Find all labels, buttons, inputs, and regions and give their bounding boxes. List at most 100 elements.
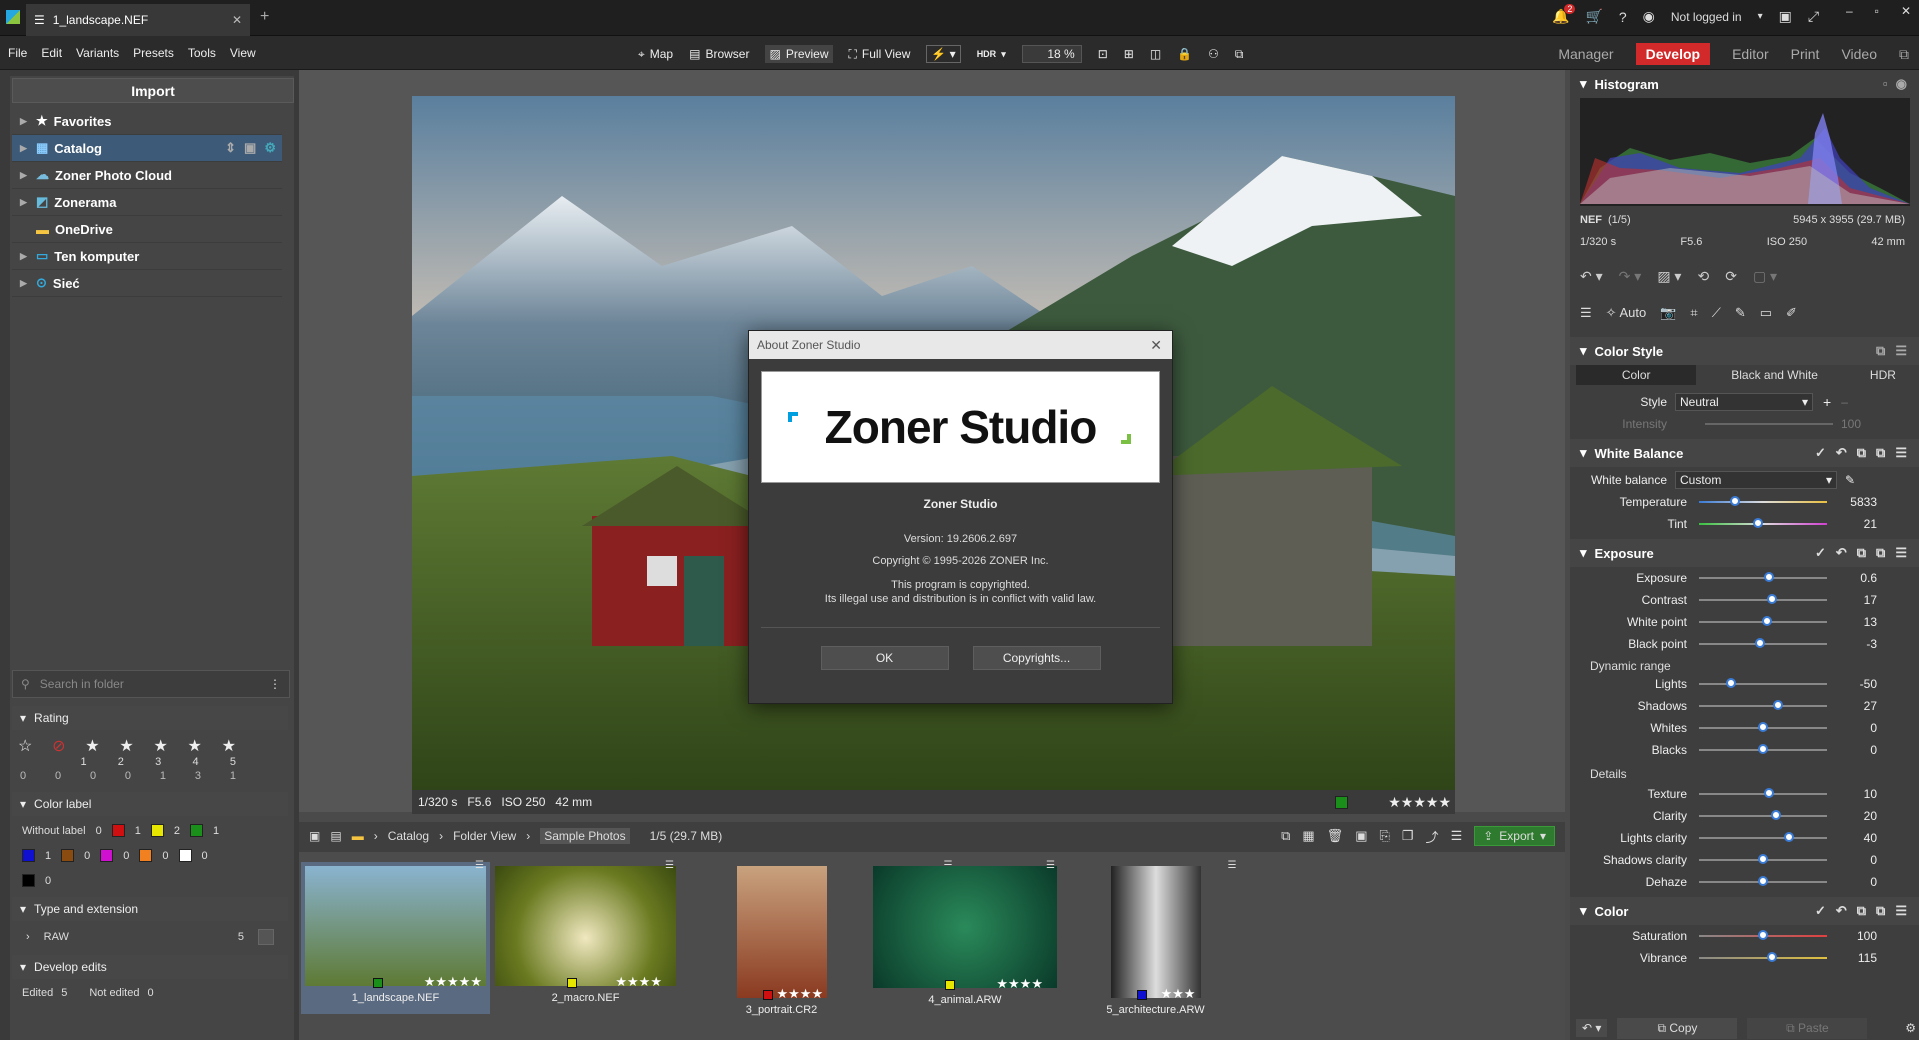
eyedropper-icon[interactable]: ✎ bbox=[1845, 473, 1855, 487]
dynamic-slider[interactable] bbox=[1699, 700, 1827, 710]
export-button[interactable]: ⇪ Export ▾ bbox=[1474, 826, 1555, 846]
tab-color[interactable]: Color bbox=[1576, 365, 1697, 385]
intensity-slider[interactable] bbox=[1705, 423, 1833, 425]
stack-icon[interactable]: ❐ bbox=[1402, 828, 1414, 844]
slider-knob[interactable] bbox=[1764, 572, 1775, 582]
raw-checkbox[interactable] bbox=[258, 929, 274, 945]
paste-button[interactable]: ⧉ Paste bbox=[1747, 1017, 1868, 1039]
blue-label-swatch[interactable] bbox=[22, 849, 35, 862]
rejected-icon[interactable]: ⊘ bbox=[52, 736, 65, 756]
raw-filter-row[interactable]: › RAW 5 bbox=[12, 921, 288, 945]
exposure-header[interactable]: ▾ Exposure ✓ ↶ ⧉ ⧉ ☰ bbox=[1570, 539, 1919, 567]
tab-black-white[interactable]: Black and White bbox=[1696, 365, 1852, 385]
copy-settings-icon[interactable]: ⧉ bbox=[1857, 903, 1866, 919]
expand-arrow-icon[interactable]: ▶ bbox=[20, 143, 30, 154]
settings-icon[interactable]: ⚙ bbox=[1905, 1021, 1916, 1035]
menu-variants[interactable]: Variants bbox=[76, 46, 119, 60]
rating-stars[interactable]: ★★★★★ bbox=[1388, 794, 1455, 811]
mode-develop[interactable]: Develop bbox=[1635, 43, 1711, 65]
document-tab[interactable]: ☰ 1_landscape.NEF ✕ bbox=[26, 4, 250, 36]
menu-tools[interactable]: Tools bbox=[188, 46, 216, 60]
menu-icon[interactable]: ☰ bbox=[1895, 903, 1907, 919]
mode-video[interactable]: Video bbox=[1841, 46, 1877, 62]
copy-settings-icon[interactable]: ⧉ bbox=[1876, 343, 1885, 359]
black-label-swatch[interactable] bbox=[22, 874, 35, 887]
zoom-fit-icon[interactable]: ⊡ bbox=[1098, 47, 1108, 61]
split-icon[interactable]: ◫ bbox=[1150, 47, 1161, 61]
snapshot-icon[interactable]: ▢ ▾ bbox=[1753, 268, 1777, 285]
tree-item-onedrive[interactable]: ▬ OneDrive bbox=[12, 216, 282, 243]
checkmark-icon[interactable]: ✓ bbox=[1815, 903, 1826, 919]
mode-print[interactable]: Print bbox=[1791, 46, 1820, 62]
tint-slider[interactable] bbox=[1699, 518, 1827, 528]
exposure-slider[interactable] bbox=[1699, 616, 1827, 626]
preview-button[interactable]: ▨ Preview bbox=[765, 45, 833, 63]
maximize-button[interactable]: ▫ bbox=[1875, 4, 1879, 18]
rating-section-header[interactable]: ▾ Rating bbox=[12, 706, 288, 730]
edited-label[interactable]: Edited bbox=[22, 987, 53, 999]
green-label-swatch[interactable] bbox=[189, 824, 203, 837]
checkmark-icon[interactable]: ✓ bbox=[1815, 545, 1826, 561]
mode-editor[interactable]: Editor bbox=[1732, 46, 1769, 62]
menu-view[interactable]: View bbox=[230, 46, 256, 60]
adjust-icon[interactable]: ☰ bbox=[1451, 828, 1463, 844]
star-icon[interactable]: ★ bbox=[222, 736, 236, 756]
person-icon[interactable]: ⚇ bbox=[1208, 47, 1219, 61]
star-icon[interactable]: ★ bbox=[153, 736, 167, 756]
without-label[interactable]: Without label bbox=[22, 825, 86, 837]
tree-item-computer[interactable]: ▶ ▭ Ten komputer bbox=[12, 243, 282, 270]
exposure-slider[interactable] bbox=[1699, 594, 1827, 604]
close-icon[interactable]: ✕ bbox=[1150, 337, 1172, 354]
sort-icon[interactable]: ⇕ bbox=[225, 140, 236, 156]
reset-icon[interactable]: ↶ bbox=[1836, 903, 1847, 919]
brush-icon[interactable]: ✎ bbox=[1735, 305, 1746, 321]
overlay-icon[interactable]: ⧉ bbox=[1235, 47, 1244, 62]
tab-hdr[interactable]: HDR bbox=[1853, 365, 1913, 385]
search-input[interactable]: ⚲ Search in folder ⋮ bbox=[12, 670, 290, 698]
color_rows-slider[interactable] bbox=[1699, 952, 1827, 962]
dynamic-slider[interactable] bbox=[1699, 722, 1827, 732]
thumbnail-1[interactable]: ☰ ★★★★★ 1_landscape.NEF bbox=[301, 860, 490, 1014]
notifications-icon[interactable]: 🔔 2 bbox=[1552, 4, 1576, 25]
zoom-field[interactable]: 18 % bbox=[1021, 45, 1082, 63]
red-label-swatch[interactable] bbox=[111, 824, 125, 837]
zoom-fill-icon[interactable]: ⊞ bbox=[1124, 47, 1134, 61]
ok-button[interactable]: OK bbox=[820, 646, 949, 670]
thumbnail-3[interactable]: ☰ ★★★★ 3_portrait.CR2 bbox=[690, 860, 953, 1016]
expand-arrow-icon[interactable]: ▶ bbox=[20, 116, 30, 127]
slider-knob[interactable] bbox=[1758, 722, 1768, 732]
reset-icon[interactable]: ↶ bbox=[1836, 545, 1847, 561]
map-button[interactable]: ⌖ Map bbox=[638, 47, 673, 62]
slider-knob[interactable] bbox=[1758, 854, 1768, 864]
breadcrumb-sample-photos[interactable]: Sample Photos bbox=[540, 828, 630, 844]
thumbnail-2[interactable]: ☰ ★★★★ 2_macro.NEF bbox=[494, 860, 677, 1004]
type-section-header[interactable]: ▾ Type and extension bbox=[12, 897, 288, 921]
remove-icon[interactable]: – bbox=[1841, 395, 1848, 409]
white-balance-header[interactable]: ▾ White Balance ✓ ↶ ⧉ ⧉ ☰ bbox=[1570, 439, 1919, 467]
exposure-slider[interactable] bbox=[1699, 572, 1827, 582]
develop-section-header[interactable]: ▾ Develop edits bbox=[12, 955, 288, 979]
mode-manager[interactable]: Manager bbox=[1558, 46, 1613, 62]
dynamic-slider[interactable] bbox=[1699, 678, 1827, 688]
slider-knob[interactable] bbox=[1783, 832, 1794, 842]
wb-select[interactable]: Custom ▾ bbox=[1675, 471, 1837, 489]
tree-item-network[interactable]: ▶ ⊙ Sieć bbox=[12, 270, 282, 297]
chevron-down-icon[interactable]: ▾ bbox=[1758, 11, 1763, 22]
undo-icon[interactable]: ↶ ▾ bbox=[1580, 268, 1603, 285]
dynamic-slider[interactable] bbox=[1699, 744, 1827, 754]
expand-arrow-icon[interactable]: ▶ bbox=[20, 170, 30, 181]
menu-icon[interactable]: ☰ bbox=[1895, 445, 1907, 461]
slider-knob[interactable] bbox=[1758, 930, 1768, 940]
auto-button[interactable]: ✧ Auto bbox=[1606, 305, 1647, 321]
slider-knob[interactable] bbox=[1770, 810, 1781, 820]
tree-item-cloud[interactable]: ▶ ☁ Zoner Photo Cloud bbox=[12, 162, 282, 189]
slider-knob[interactable] bbox=[1726, 678, 1736, 688]
lock-icon[interactable]: 🔒 bbox=[1177, 47, 1192, 61]
star-icon[interactable]: ★ bbox=[85, 736, 99, 756]
breadcrumb-folder-view[interactable]: Folder View bbox=[453, 829, 516, 843]
slider-knob[interactable] bbox=[1758, 744, 1768, 754]
details_rows-slider[interactable] bbox=[1699, 810, 1827, 820]
not-edited-label[interactable]: Not edited bbox=[89, 987, 139, 999]
tree-item-favorites[interactable]: ▶ ★ Favorites bbox=[12, 108, 282, 135]
menu-edit[interactable]: Edit bbox=[41, 46, 62, 60]
